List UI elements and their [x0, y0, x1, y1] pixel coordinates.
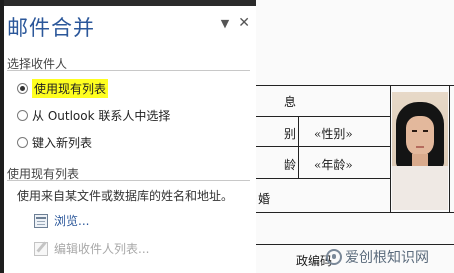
radio-checked-icon[interactable] [17, 83, 28, 94]
browse-file-icon [34, 213, 48, 228]
doc-age-field: «年龄» [314, 158, 353, 172]
doc-fragment: 婚 [258, 192, 271, 206]
radio-outlook-contacts[interactable]: 从 Outlook 联系人中选择 [17, 107, 170, 124]
table-line [449, 85, 450, 212]
pane-title: 邮件合并 [7, 16, 95, 40]
radio-type-new-list[interactable]: 键入新列表 [17, 134, 92, 151]
mail-merge-pane: 邮件合并 ▼ ✕ 选择收件人 使用现有列表 从 Outlook 联系人中选择 键… [4, 6, 256, 273]
radio-label: 键入新列表 [32, 136, 93, 150]
table-line [256, 178, 390, 179]
table-line [256, 212, 454, 213]
watermark: 爱创根知识网 [326, 247, 429, 267]
edit-recipient-list-label: 编辑收件人列表... [54, 242, 150, 256]
pane-controls: ▼ ✕ [221, 16, 250, 30]
profile-photo [392, 92, 448, 210]
edit-list-icon [34, 241, 48, 256]
radio-unchecked-icon[interactable] [17, 110, 28, 121]
radio-use-existing-list[interactable]: 使用现有列表 [17, 79, 109, 98]
existing-list-description: 使用来自某文件或数据库的姓名和地址。 [17, 189, 234, 203]
divider [7, 70, 250, 71]
table-line [256, 244, 454, 245]
radio-unchecked-icon[interactable] [17, 137, 28, 148]
doc-gender-field: «性别» [314, 127, 353, 141]
table-line [256, 116, 390, 117]
document-canvas: 息 别 «性别» 龄 «年龄» 婚 政编码 [256, 0, 454, 273]
radio-label: 从 Outlook 联系人中选择 [32, 109, 171, 123]
doc-age-label: 龄 [284, 158, 297, 172]
watermark-text: 爱创根知识网 [345, 250, 429, 266]
table-line [390, 85, 391, 212]
edit-recipient-list-link[interactable]: 编辑收件人列表... [34, 240, 149, 257]
table-line [298, 116, 299, 178]
radio-label: 使用现有列表 [32, 79, 109, 98]
watermark-logo-icon [326, 249, 342, 265]
table-line [256, 85, 454, 86]
doc-gender-label: 别 [284, 127, 297, 141]
table-line [256, 146, 390, 147]
close-icon[interactable]: ✕ [238, 16, 250, 30]
pane-menu-icon[interactable]: ▼ [221, 18, 229, 29]
browse-link[interactable]: 浏览... [34, 212, 89, 229]
divider [7, 180, 250, 181]
doc-title-fragment: 息 [284, 95, 297, 109]
browse-label: 浏览... [54, 214, 90, 228]
